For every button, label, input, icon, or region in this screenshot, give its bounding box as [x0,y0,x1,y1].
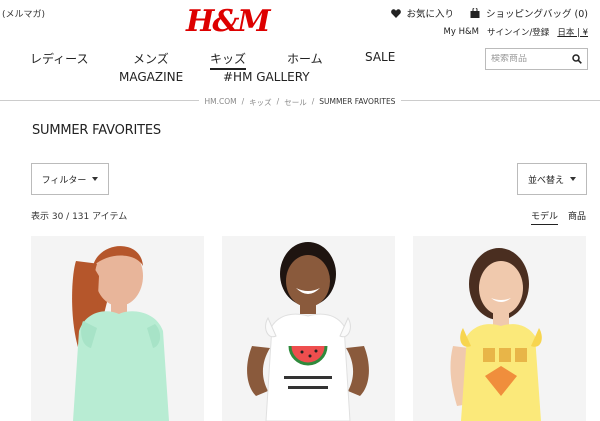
my-hm-link[interactable]: My H&M [444,27,479,37]
breadcrumb-home[interactable]: HM.COM [205,97,237,108]
breadcrumb-separator: / [241,97,245,106]
breadcrumb-separator: / [276,97,280,106]
product-image [222,236,395,421]
search-icon[interactable] [572,54,582,64]
nav-gallery[interactable]: #HM GALLERY [223,70,310,84]
item-count: 表示 30 / 131 アイテム [31,212,128,222]
product-card[interactable] [413,236,586,421]
view-product-tab[interactable]: 商品 [568,209,586,225]
sort-label: 並べ替え [527,175,564,186]
favorites-label: お気に入り [406,9,455,20]
breadcrumb-current: SUMMER FAVORITES [319,97,396,106]
top-utility-links: お気に入り ショッピングバッグ (0) [390,6,588,20]
favorites-link[interactable]: お気に入り [390,6,455,20]
sort-button[interactable]: 並べ替え [517,163,587,195]
sign-in-link[interactable]: サインイン/登録 [487,26,549,38]
nav-magazine[interactable]: MAGAZINE [119,70,183,84]
product-image [413,236,586,421]
search-box [485,48,588,70]
nav-ladies[interactable]: レディース [30,50,89,67]
account-links: My H&M サインイン/登録 日本 | ¥ [444,26,588,38]
filter-label: フィルター [41,175,87,186]
nav-kids[interactable]: キッズ [210,50,247,70]
shopping-bag-label: ショッピングバッグ (0) [486,9,588,20]
newsletter-link[interactable]: (メルマガ) [2,7,45,20]
search-input[interactable] [491,54,566,64]
breadcrumb-kids[interactable]: キッズ [249,97,272,108]
caret-down-icon [92,177,99,181]
view-model-tab[interactable]: モデル [530,209,558,225]
filter-button[interactable]: フィルター [31,163,109,195]
nav-home[interactable]: ホーム [287,50,323,67]
nav-mens[interactable]: メンズ [133,50,169,67]
breadcrumb: HM.COM / キッズ / セール / SUMMER FAVORITES [0,97,600,108]
caret-down-icon [570,177,576,181]
shopping-bag-link[interactable]: ショッピングバッグ (0) [470,6,588,20]
product-card[interactable] [31,236,204,421]
breadcrumb-separator: / [311,97,315,106]
view-toggle: モデル 商品 [530,209,586,225]
locale-selector[interactable]: 日本 | ¥ [557,26,588,38]
page-title: SUMMER FAVORITES [32,123,161,138]
breadcrumb-sale[interactable]: セール [284,97,307,108]
product-image [31,236,204,421]
hm-logo[interactable]: H&M [186,4,271,40]
heart-icon [390,8,401,18]
nav-sale[interactable]: SALE [365,50,395,64]
product-card[interactable] [222,236,395,421]
main-nav: レディース メンズ キッズ ホーム SALE MAGAZINE #HM GALL… [0,50,420,88]
shopping-bag-icon [470,8,480,18]
